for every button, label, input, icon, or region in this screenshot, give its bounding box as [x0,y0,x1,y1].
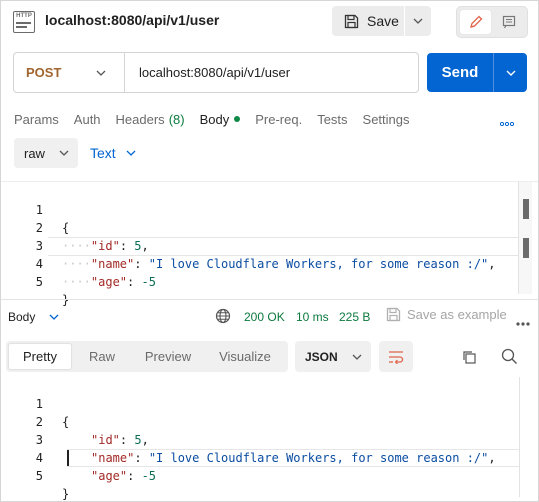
save-icon [344,14,359,28]
editor-line: 1 { [1,183,521,235]
tab-params[interactable]: Params [14,109,59,129]
editor-line: 2 ····"id": 5, [1,201,521,253]
response-format-select[interactable]: JSON [295,341,371,372]
chevron-down-icon [96,70,106,76]
body-mode-label: raw [24,145,45,161]
response-scrollbar[interactable] [519,377,533,497]
url-bar: POST [13,52,419,93]
tab-headers[interactable]: Headers (8) [116,109,185,129]
send-button-group: Send [427,53,527,92]
view-pretty[interactable]: Pretty [8,343,72,370]
response-format-label: JSON [305,349,338,364]
edit-mode-button[interactable] [459,9,493,35]
body-options: raw Text [14,138,314,168]
json-key: "age" [90,275,128,289]
response-body-label: Body [8,310,36,324]
more-options-icon[interactable] [499,114,515,129]
scrollbar-marker [523,238,529,258]
copy-icon[interactable] [461,349,477,368]
editor-line: 4 "age": -5 [1,431,521,483]
tab-tests[interactable]: Tests [317,109,347,129]
tab-label: Params [14,111,59,127]
response-body-toggle[interactable]: Body [8,310,59,324]
request-body-editor[interactable]: 1 { 2 ····"id": 5, 3 ····"name": "I love… [1,181,538,307]
save-as-example-button[interactable]: Save as example [386,307,507,322]
chevron-down-icon [126,150,136,156]
save-options-button[interactable] [405,6,431,36]
tab-auth[interactable]: Auth [74,109,101,129]
save-icon [386,307,401,322]
line-number: 5 [35,469,43,483]
chevron-down-icon [413,18,423,24]
docs-mode-button[interactable] [492,9,525,35]
globe-icon[interactable] [215,308,231,327]
wrap-lines-icon [389,350,404,364]
tab-label: Auth [73,111,101,127]
chevron-down-icon [506,70,515,76]
tab-pre-request[interactable]: Pre-req. [255,109,302,129]
view-raw[interactable]: Raw [72,343,132,370]
body-format-label: Text [90,145,116,161]
code-text: } [62,487,70,501]
chevron-down-icon [49,314,59,320]
comment-icon [502,15,515,29]
method-select[interactable]: POST [14,53,125,92]
view-visualize[interactable]: Visualize [204,343,286,370]
url-input[interactable] [125,65,405,80]
response-body-viewer[interactable]: 1 { 2 "id": 5, 3 "name": "I love Cloudfl… [1,377,538,501]
title-bar: HTTP localhost:8080/api/v1/user Save [1,1,538,41]
save-as-example-label: Save as example [407,307,507,322]
headers-count: (8) [168,111,185,127]
editor-line: 5 } [1,255,521,307]
tab-label: Tests [317,111,348,127]
view-preview[interactable]: Preview [132,343,204,370]
pencil-icon [469,15,482,28]
response-size[interactable]: 225 B [339,310,370,324]
response-time[interactable]: 10 ms [296,310,329,324]
indent-guide: ···· [62,275,91,289]
json-key: "age" [91,469,128,483]
line-number: 5 [35,275,43,289]
more-options-icon[interactable] [516,315,530,329]
json-value: -5 [141,469,157,483]
editor-line: 1 { [1,377,521,429]
editor-line: 4 ····"age": -5 [1,237,521,289]
http-file-icon: HTTP [13,11,35,33]
tab-label: Pre-req. [255,111,303,127]
body-indicator-dot [234,116,241,122]
method-label: POST [26,65,62,80]
json-value: -5 [141,275,156,289]
scrollbar-thumb[interactable] [523,199,529,219]
request-title[interactable]: localhost:8080/api/v1/user [45,12,219,28]
editor-line: 3 "name": "I love Cloudflare Workers, fo… [1,413,521,465]
tab-label: Headers [115,111,165,127]
chevron-down-icon [59,150,69,156]
editor-line: 3 ····"name": "I love Cloudflare Workers… [1,219,521,271]
save-button-group: Save [332,6,431,36]
editor-line: 5 } [1,449,521,501]
body-format-select[interactable]: Text [90,138,136,168]
body-mode-select[interactable]: raw [14,138,78,168]
wrap-lines-button[interactable] [379,341,413,372]
response-bar: Body 200 OK 10 ms 225 B Save as example [1,301,538,333]
pane-divider[interactable] [1,299,538,300]
send-options-button[interactable] [494,53,527,92]
status-code[interactable]: 200 OK [244,310,285,324]
save-button[interactable]: Save [332,6,404,36]
editor-scrollbar[interactable] [518,182,532,294]
request-tabs: Params Auth Headers (8) Body Pre-req. Tes… [14,109,410,129]
send-button[interactable]: Send [427,53,493,92]
tab-body[interactable]: Body [200,109,241,129]
view-mode-toggle [456,6,528,38]
tab-label: Settings [362,111,410,127]
search-icon[interactable] [501,348,518,368]
tab-label: Body [199,111,230,127]
response-view-toggle: Pretty Raw Preview Visualize [6,341,288,372]
editor-line: 2 "id": 5, [1,395,521,447]
save-label: Save [367,13,399,29]
tab-settings[interactable]: Settings [363,109,410,129]
chevron-down-icon [352,354,362,360]
